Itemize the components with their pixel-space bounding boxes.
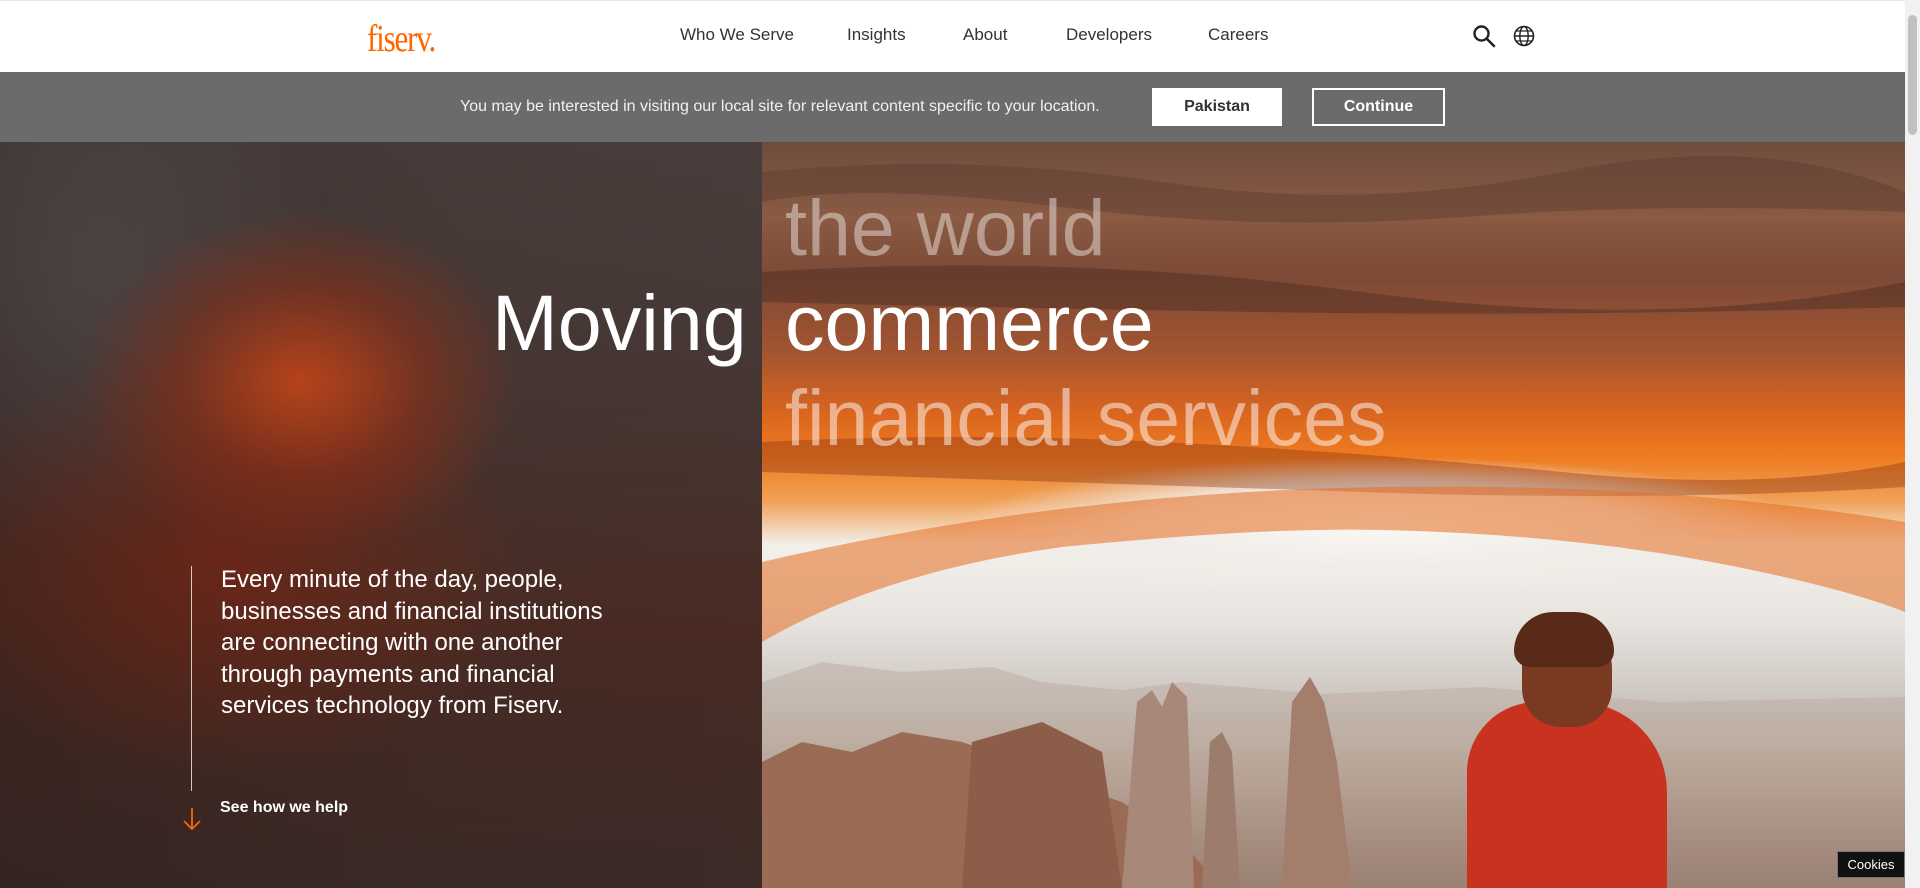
hero-left-panel: [0, 142, 762, 888]
scrollbar-thumb[interactable]: [1908, 15, 1917, 135]
nav-careers[interactable]: Careers: [1208, 25, 1268, 45]
location-message: You may be interested in visiting our lo…: [460, 98, 1100, 115]
hero-word-current: commerce: [785, 278, 1154, 367]
location-banner: You may be interested in visiting our lo…: [0, 72, 1905, 142]
search-icon[interactable]: [1471, 23, 1497, 49]
see-how-we-help-link[interactable]: See how we help: [220, 799, 348, 817]
nav-about[interactable]: About: [963, 25, 1007, 45]
country-button[interactable]: Pakistan: [1152, 88, 1282, 126]
continue-button[interactable]: Continue: [1312, 88, 1445, 126]
hero-lead-word: Moving: [492, 278, 747, 367]
hero-description: Every minute of the day, people, busines…: [221, 566, 603, 719]
hero-section: Moving the world commerce financial serv…: [0, 142, 1905, 888]
hero-word-previous: the world: [785, 183, 1106, 272]
site-header: fiserv. Who We Serve Insights About Deve…: [0, 0, 1905, 72]
arrow-down-icon[interactable]: [181, 806, 203, 832]
person-hair: [1514, 612, 1614, 667]
nav-developers[interactable]: Developers: [1066, 25, 1152, 45]
fiserv-logo[interactable]: fiserv.: [367, 17, 436, 61]
nav-insights[interactable]: Insights: [847, 25, 906, 45]
description-divider: [191, 566, 192, 791]
cookies-button[interactable]: Cookies: [1837, 851, 1905, 878]
page-scrollbar[interactable]: [1905, 0, 1920, 888]
nav-who-we-serve[interactable]: Who We Serve: [680, 25, 794, 45]
person-figure: [1467, 702, 1667, 888]
hero-word-next: financial services: [785, 373, 1387, 462]
globe-icon[interactable]: [1511, 23, 1537, 49]
